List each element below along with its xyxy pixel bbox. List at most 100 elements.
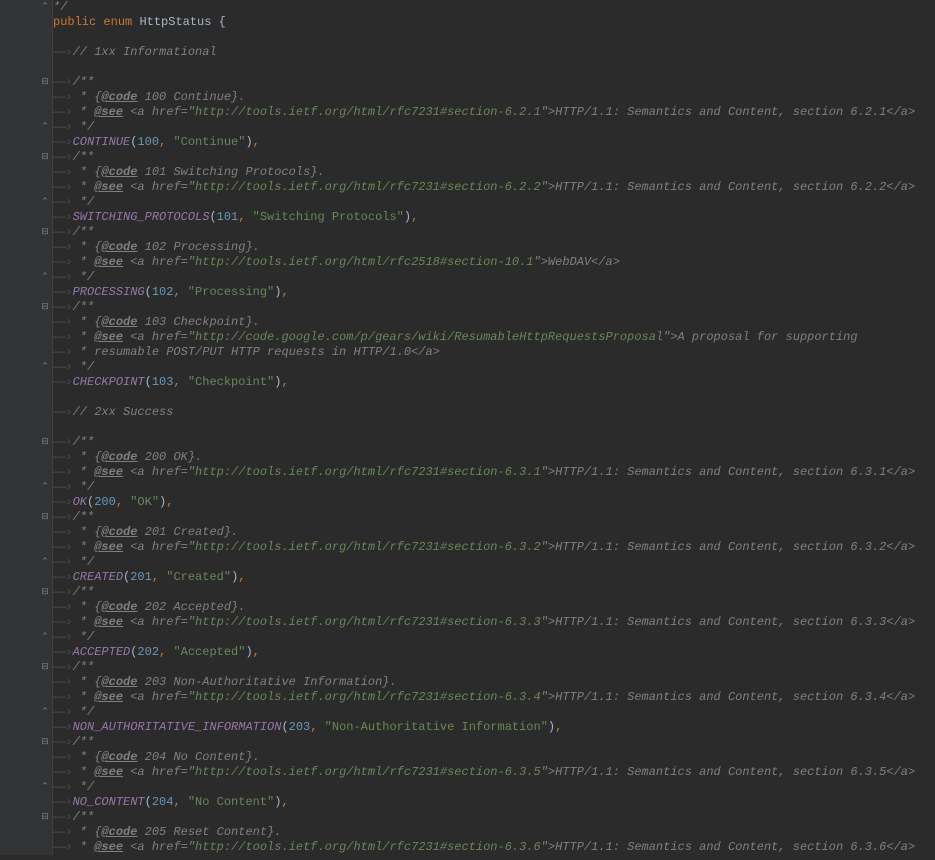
fold-open-icon[interactable]: ⊟ bbox=[40, 77, 50, 87]
fold-close-icon[interactable]: ⌃ bbox=[40, 2, 50, 12]
link-text: HTTP/1.1: Semantics and Content, section… bbox=[555, 465, 886, 479]
fold-close-icon[interactable]: ⌃ bbox=[40, 482, 50, 492]
fold-close-icon[interactable]: ⌃ bbox=[40, 557, 50, 567]
href-url: http://tools.ietf.org/html/rfc7231#secti… bbox=[195, 105, 541, 119]
enum-label: "Accepted" bbox=[173, 645, 245, 659]
link-text: A proposal for supporting bbox=[678, 330, 858, 344]
fold-close-icon[interactable]: ⌃ bbox=[40, 362, 50, 372]
gutter: ⌃ ⊟ ⌃ ⊟ ⌃ ⊟ ⌃ ⊟ ⌃ ⊟ ⌃ ⊟ ⌃ ⊟ ⌃ ⊟ ⌃ ⊟ ⌃ ⊟ bbox=[0, 0, 53, 855]
link-text: HTTP/1.1: Semantics and Content, section… bbox=[555, 180, 886, 194]
a-open: <a href=" bbox=[123, 105, 195, 119]
fold-open-icon[interactable]: ⊟ bbox=[40, 227, 50, 237]
fold-close-icon[interactable]: ⌃ bbox=[40, 632, 50, 642]
javadoc-open: /** bbox=[73, 225, 95, 239]
a-close: </a> bbox=[886, 615, 915, 629]
fold-open-icon[interactable]: ⊟ bbox=[40, 302, 50, 312]
javadoc-code-tag: @code bbox=[101, 240, 137, 254]
javadoc-open: /** bbox=[73, 585, 95, 599]
a-close: </a> bbox=[886, 840, 915, 854]
fold-open-icon[interactable]: ⊟ bbox=[40, 662, 50, 672]
javadoc-close: */ bbox=[73, 270, 95, 284]
a-close: </a> bbox=[591, 255, 620, 269]
fold-open-icon[interactable]: ⊟ bbox=[40, 737, 50, 747]
fold-open-icon[interactable]: ⊟ bbox=[40, 812, 50, 822]
href-url: http://tools.ietf.org/html/rfc2518#secti… bbox=[195, 255, 533, 269]
enum-code: 101 bbox=[217, 210, 239, 224]
a-open: <a href=" bbox=[123, 255, 195, 269]
enum-code: 203 bbox=[289, 720, 311, 734]
enum-label: "Checkpoint" bbox=[188, 375, 274, 389]
fold-close-icon[interactable]: ⌃ bbox=[40, 197, 50, 207]
fold-close-icon[interactable]: ⌃ bbox=[40, 272, 50, 282]
enum-label: "Non-Authoritative Information" bbox=[325, 720, 548, 734]
enum-constant: ACCEPTED bbox=[73, 645, 131, 659]
fold-open-icon[interactable]: ⊟ bbox=[40, 152, 50, 162]
a-close: </a> bbox=[886, 180, 915, 194]
javadoc-code-text: 102 Processing}. bbox=[137, 240, 259, 254]
enum-code: 202 bbox=[137, 645, 159, 659]
enum-code: 100 bbox=[137, 135, 159, 149]
javadoc-code-text: 100 Continue}. bbox=[137, 90, 245, 104]
a-close: </a> bbox=[886, 540, 915, 554]
enum-code: 200 bbox=[94, 495, 116, 509]
enum-constant: OK bbox=[73, 495, 87, 509]
kw-public: public bbox=[53, 15, 96, 29]
javadoc-code-text: 202 Accepted}. bbox=[137, 600, 245, 614]
fold-close-icon[interactable]: ⌃ bbox=[40, 782, 50, 792]
section-2xx: // 2xx Success bbox=[73, 405, 174, 419]
javadoc-see-tag: @see bbox=[94, 105, 123, 119]
a-close: </a> bbox=[886, 465, 915, 479]
enum-label: "Continue" bbox=[173, 135, 245, 149]
enum-code: 201 bbox=[130, 570, 152, 584]
javadoc-close: */ bbox=[73, 195, 95, 209]
link-text: HTTP/1.1: Semantics and Content, section… bbox=[555, 765, 886, 779]
link-text: HTTP/1.1: Semantics and Content, section… bbox=[555, 615, 886, 629]
javadoc-code-tag: @code bbox=[101, 315, 137, 329]
fold-open-icon[interactable]: ⊟ bbox=[40, 437, 50, 447]
javadoc-open: /** bbox=[73, 435, 95, 449]
enum-label: "Processing" bbox=[188, 285, 274, 299]
fold-close-icon[interactable]: ⌃ bbox=[40, 122, 50, 132]
link-text: HTTP/1.1: Semantics and Content, section… bbox=[555, 540, 886, 554]
a-close: </a> bbox=[886, 765, 915, 779]
doc-close: */ bbox=[53, 0, 67, 14]
javadoc-close: */ bbox=[73, 480, 95, 494]
href-url: http://tools.ietf.org/html/rfc7231#secti… bbox=[195, 615, 541, 629]
fold-open-icon[interactable]: ⊟ bbox=[40, 587, 50, 597]
enum-constant: SWITCHING_PROTOCOLS bbox=[73, 210, 210, 224]
a-open: <a href=" bbox=[123, 180, 195, 194]
a-open: <a href=" bbox=[123, 540, 195, 554]
javadoc-close: */ bbox=[73, 780, 95, 794]
javadoc-close: */ bbox=[73, 630, 95, 644]
a-close: </a> bbox=[411, 345, 440, 359]
enum-constant: NON_AUTHORITATIVE_INFORMATION bbox=[73, 720, 282, 734]
code-editor[interactable]: ⌃ ⊟ ⌃ ⊟ ⌃ ⊟ ⌃ ⊟ ⌃ ⊟ ⌃ ⊟ ⌃ ⊟ ⌃ ⊟ ⌃ ⊟ ⌃ ⊟ */public enum HttpS… bbox=[0, 0, 935, 860]
javadoc-see-tag: @see bbox=[94, 330, 123, 344]
javadoc-see-tag: @see bbox=[94, 615, 123, 629]
javadoc-open: /** bbox=[73, 735, 95, 749]
javadoc-cont: * resumable POST/PUT HTTP requests in HT… bbox=[73, 345, 411, 359]
enum-constant: CHECKPOINT bbox=[73, 375, 145, 389]
javadoc-code-text: 201 Created}. bbox=[137, 525, 238, 539]
javadoc-close: */ bbox=[73, 360, 95, 374]
enum-constant: CONTINUE bbox=[73, 135, 131, 149]
href-url: http://tools.ietf.org/html/rfc7231#secti… bbox=[195, 465, 541, 479]
javadoc-open: /** bbox=[73, 660, 95, 674]
code-area[interactable]: */public enum HttpStatus {――›// 1xx Info… bbox=[53, 0, 935, 860]
a-open: <a href=" bbox=[123, 465, 195, 479]
javadoc-open: /** bbox=[73, 75, 95, 89]
fold-open-icon[interactable]: ⊟ bbox=[40, 512, 50, 522]
link-text: HTTP/1.1: Semantics and Content, section… bbox=[555, 840, 886, 854]
javadoc-open: /** bbox=[73, 810, 95, 824]
link-text: HTTP/1.1: Semantics and Content, section… bbox=[555, 690, 886, 704]
javadoc-close: */ bbox=[73, 120, 95, 134]
a-open: <a href=" bbox=[123, 690, 195, 704]
href-url: http://tools.ietf.org/html/rfc7231#secti… bbox=[195, 765, 541, 779]
enum-code: 102 bbox=[152, 285, 174, 299]
href-url: http://tools.ietf.org/html/rfc7231#secti… bbox=[195, 180, 541, 194]
javadoc-code-text: 103 Checkpoint}. bbox=[137, 315, 259, 329]
enum-label: "Switching Protocols" bbox=[253, 210, 404, 224]
javadoc-code-tag: @code bbox=[101, 600, 137, 614]
javadoc-code-text: 200 OK}. bbox=[137, 450, 202, 464]
fold-close-icon[interactable]: ⌃ bbox=[40, 707, 50, 717]
